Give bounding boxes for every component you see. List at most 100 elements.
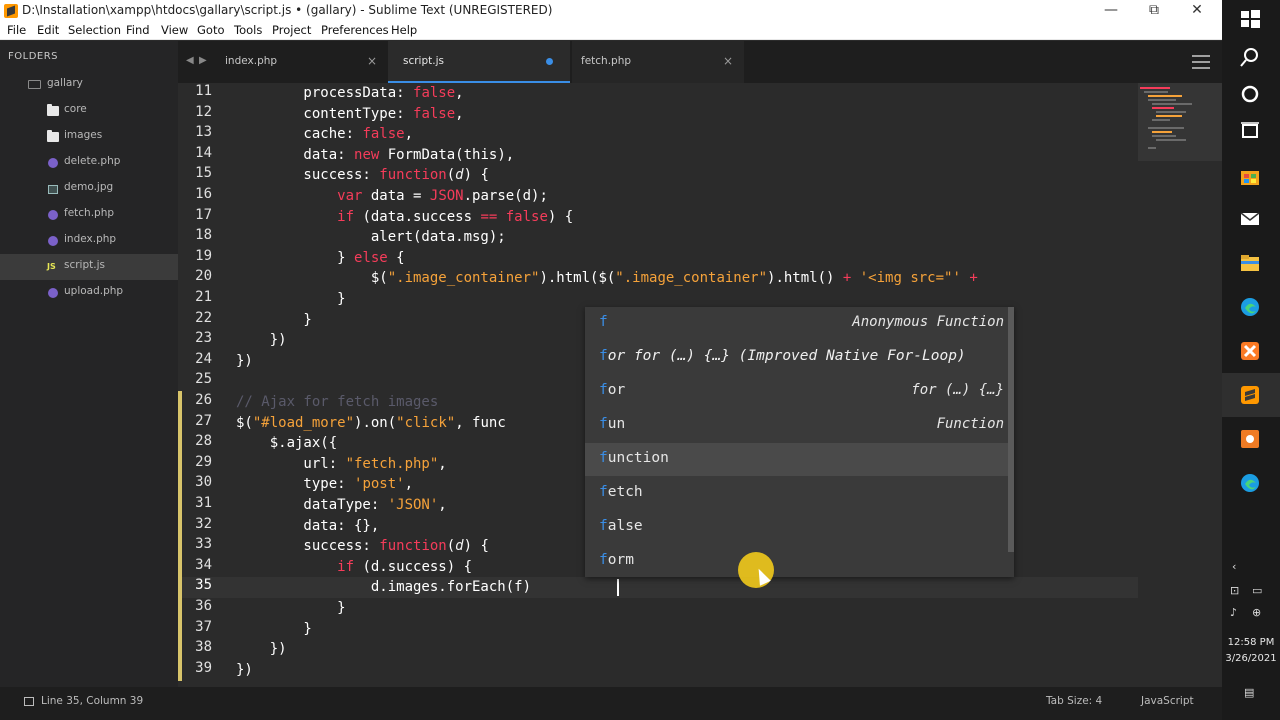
xampp-icon[interactable] [1239, 340, 1261, 362]
tab-menu-icon[interactable] [1192, 55, 1210, 69]
code-line[interactable]: }) [236, 330, 287, 351]
tab-label: script.js [403, 55, 444, 67]
menu-help[interactable]: Help [391, 23, 417, 37]
code-line[interactable]: d.images.forEach(f) [236, 577, 531, 598]
clock-date[interactable]: 3/26/2021 [1222, 653, 1280, 664]
code-line[interactable]: type: 'post', [236, 474, 413, 495]
menu-tools[interactable]: Tools [234, 23, 262, 37]
autocomplete-item[interactable]: fetch [585, 477, 1014, 510]
code-line[interactable]: alert(data.msg); [236, 227, 506, 248]
menu-edit[interactable]: Edit [37, 23, 59, 37]
cortana-icon[interactable] [1239, 83, 1261, 105]
menu-project[interactable]: Project [272, 23, 311, 37]
edge-browser-2-icon[interactable] [1239, 472, 1261, 494]
menu-file[interactable]: File [7, 23, 26, 37]
menu-view[interactable]: View [161, 23, 188, 37]
autocomplete-rest: orm [607, 552, 634, 568]
code-line[interactable]: $(".image_container").html($(".image_con… [236, 268, 978, 289]
code-line[interactable]: }) [236, 351, 253, 372]
mail-icon[interactable] [1239, 208, 1261, 230]
code-line[interactable]: success: function(d) { [236, 165, 488, 186]
edge-browser-icon[interactable] [1239, 296, 1261, 318]
status-bar: Line 35, Column 39 Tab Size: 4 JavaScrip… [0, 687, 1222, 720]
minimize-button[interactable]: — [1090, 0, 1132, 22]
sidebar-item-core[interactable]: core [0, 98, 178, 124]
restore-button[interactable]: ⧉ [1133, 0, 1175, 22]
clock-time[interactable]: 12:58 PM [1222, 637, 1280, 648]
tray-device-icon[interactable]: ⊡ [1230, 584, 1239, 597]
minimap[interactable] [1138, 83, 1222, 687]
autocomplete-item[interactable]: f Anonymous Function [585, 307, 1014, 340]
code-line[interactable]: var data = JSON.parse(d); [236, 186, 548, 207]
sidebar-item-gallary[interactable]: gallary [0, 72, 178, 98]
store-icon[interactable] [1239, 165, 1261, 187]
sidebar-item-demo-jpg[interactable]: demo.jpg [0, 176, 178, 202]
autocomplete-item[interactable]: for for (…) {…} (Improved Native For-Loo… [585, 341, 1014, 374]
network-icon[interactable]: ▭ [1252, 584, 1262, 597]
autocomplete-scrollbar[interactable] [1008, 307, 1014, 552]
autocomplete-item[interactable]: fun Function [585, 409, 1014, 442]
language-globe-icon[interactable]: ⊕ [1252, 606, 1261, 619]
php-file-icon [48, 158, 58, 168]
code-line[interactable]: if (d.success) { [236, 557, 472, 578]
tray-expand-icon[interactable]: ‹ [1232, 560, 1236, 573]
menu-preferences[interactable]: Preferences [321, 23, 389, 37]
autocomplete-item[interactable]: form [585, 545, 1014, 578]
sidebar-item-upload-php[interactable]: upload.php [0, 280, 178, 306]
windows-start-icon[interactable] [1239, 8, 1261, 30]
volume-icon[interactable]: ♪ [1230, 606, 1237, 619]
tab-close-icon[interactable]: × [723, 54, 733, 68]
code-line[interactable]: } [236, 598, 345, 619]
autocomplete-popup[interactable]: f Anonymous Function for for (…) {…} (Im… [585, 307, 1014, 577]
sidebar-item-delete-php[interactable]: delete.php [0, 150, 178, 176]
code-line[interactable]: $("#load_more").on("click", func [236, 413, 506, 434]
code-line[interactable]: cache: false, [236, 124, 413, 145]
tab-script-js[interactable]: script.js [388, 41, 570, 83]
close-window-button[interactable]: ✕ [1176, 0, 1218, 22]
menu-goto[interactable]: Goto [197, 23, 225, 37]
line-number: 31 [195, 495, 212, 511]
tab-index-php[interactable]: index.php × [178, 41, 386, 83]
sidebar-item-index-php[interactable]: index.php [0, 228, 178, 254]
task-view-icon[interactable] [1239, 120, 1261, 142]
code-line[interactable]: if (data.success == false) { [236, 207, 573, 228]
code-line[interactable]: data: {}, [236, 516, 379, 537]
code-line[interactable]: // Ajax for fetch images [236, 392, 438, 413]
file-explorer-icon[interactable] [1239, 252, 1261, 274]
sidebar-item-script-js[interactable]: JS script.js [0, 254, 178, 280]
code-line[interactable]: }) [236, 639, 287, 660]
sidebar-item-label: fetch.php [64, 207, 115, 219]
text-cursor [617, 579, 619, 596]
code-line[interactable]: } [236, 619, 311, 640]
cursor-position[interactable]: Line 35, Column 39 [41, 695, 143, 707]
tab-close-icon[interactable]: × [367, 54, 377, 68]
code-line[interactable]: dataType: 'JSON', [236, 495, 446, 516]
code-line[interactable]: } [236, 310, 311, 331]
autocomplete-item-selected[interactable]: function [585, 443, 1014, 476]
code-line[interactable]: success: function(d) { [236, 536, 488, 557]
autocomplete-item[interactable]: false [585, 511, 1014, 544]
code-line[interactable]: processData: false, [236, 83, 463, 104]
unsaved-dot-icon[interactable] [546, 58, 553, 65]
sidebar-item-fetch-php[interactable]: fetch.php [0, 202, 178, 228]
code-line[interactable]: } else { [236, 248, 404, 269]
app-orange-icon[interactable] [1239, 428, 1261, 450]
tab-size[interactable]: Tab Size: 4 [1046, 695, 1102, 707]
autocomplete-item[interactable]: for for (…) {…} [585, 375, 1014, 408]
code-line[interactable]: data: new FormData(this), [236, 145, 514, 166]
search-icon[interactable] [1239, 46, 1261, 68]
code-line[interactable]: $.ajax({ [236, 433, 337, 454]
syntax-mode[interactable]: JavaScript [1141, 695, 1194, 707]
notifications-icon[interactable]: ▤ [1244, 686, 1254, 699]
sidebar-item-images[interactable]: images [0, 124, 178, 150]
code-line[interactable]: contentType: false, [236, 104, 463, 125]
code-line[interactable]: }) [236, 660, 253, 681]
sublime-text-icon[interactable] [1239, 384, 1261, 406]
menu-selection[interactable]: Selection [68, 23, 121, 37]
code-line[interactable]: } [236, 289, 345, 310]
line-number: 15 [195, 165, 212, 182]
panel-toggle-icon[interactable] [24, 697, 34, 706]
menu-find[interactable]: Find [126, 23, 150, 37]
code-line[interactable]: url: "fetch.php", [236, 454, 446, 475]
tab-fetch-php[interactable]: fetch.php × [572, 41, 744, 83]
